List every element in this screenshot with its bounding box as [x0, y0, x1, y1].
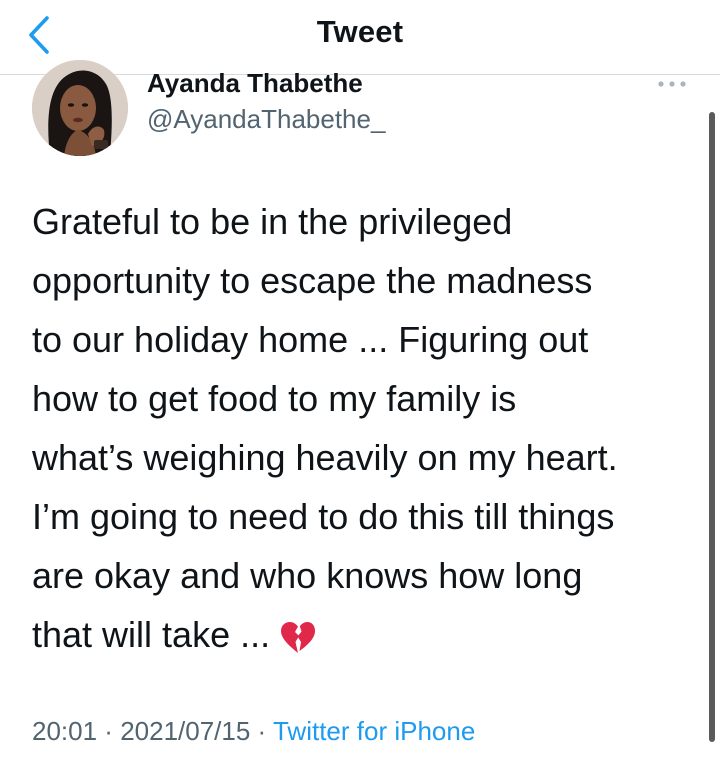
page-title: Tweet — [316, 14, 404, 49]
broken-heart-emoji — [280, 613, 316, 672]
tweet-body: Grateful to be in the privileged opportu… — [32, 192, 692, 672]
more-options-button[interactable] — [652, 72, 692, 96]
tweet-metadata: 20:01 · 2021/07/15 · Twitter for iPhone — [32, 716, 475, 747]
tweet-detail-page: Tweet Ayanda Thabethe @AyandaThabethe_ G… — [0, 0, 720, 770]
avatar[interactable] — [32, 60, 128, 156]
tweet-date: 2021/07/15 — [120, 716, 251, 746]
more-horizontal-icon — [658, 81, 686, 87]
author-name[interactable]: Ayanda Thabethe — [147, 68, 363, 99]
profile-photo — [32, 60, 128, 156]
meta-separator: · — [250, 716, 273, 746]
author-handle[interactable]: @AyandaThabethe_ — [147, 104, 385, 135]
tweet-source-link[interactable]: Twitter for iPhone — [273, 716, 475, 746]
tweet-time: 20:01 — [32, 716, 98, 746]
tweet-text: Grateful to be in the privileged opportu… — [32, 201, 618, 655]
scrollbar[interactable] — [709, 112, 715, 742]
top-navigation-bar: Tweet — [0, 0, 720, 75]
meta-separator: · — [97, 716, 121, 746]
